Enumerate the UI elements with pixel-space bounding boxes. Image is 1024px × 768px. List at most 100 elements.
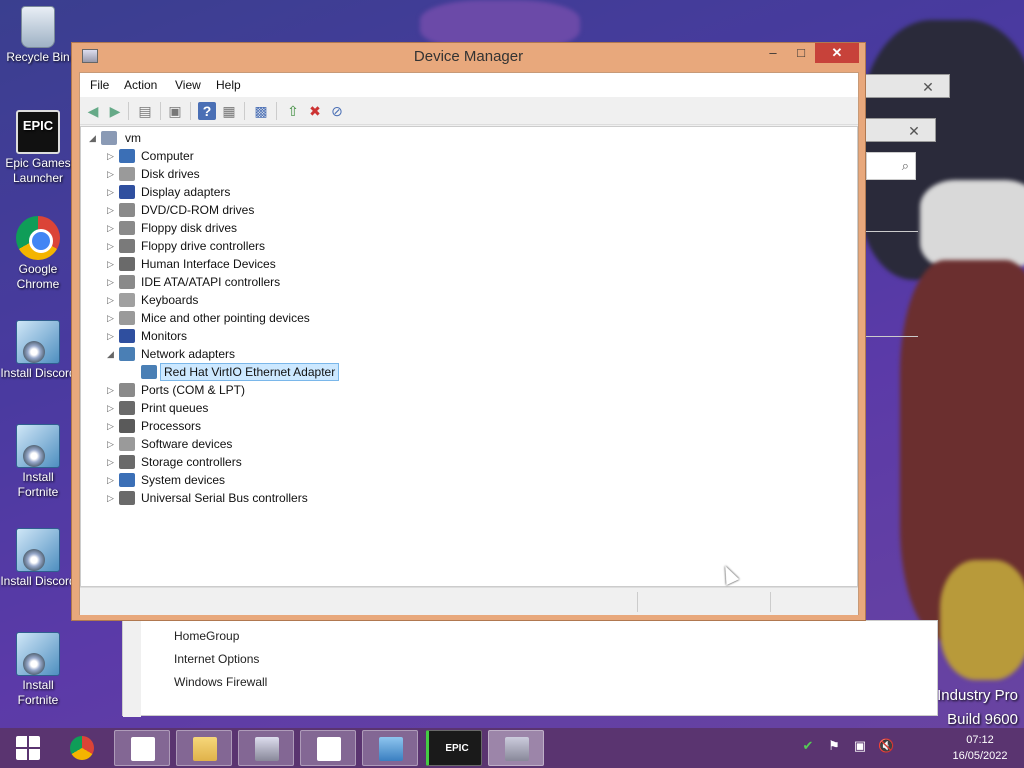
back-icon[interactable]: ◀: [84, 102, 102, 120]
desktop-icon-install-fortnite[interactable]: Install Fortnite: [0, 424, 76, 500]
window-titlebar[interactable]: Device Manager: [72, 43, 865, 71]
tree-root-label: vm: [125, 131, 141, 145]
tree-category-label: Floppy drive controllers: [141, 239, 266, 253]
expand-arrow-icon[interactable]: ▷: [107, 147, 117, 165]
menu-action[interactable]: Action: [124, 78, 157, 92]
action-pane-icon[interactable]: ▦: [220, 102, 238, 120]
desktop-icon-install-discord[interactable]: Install Discord: [0, 320, 76, 381]
status-bar: [80, 587, 858, 615]
clock[interactable]: 07:12 16/05/2022: [940, 732, 1020, 764]
printer-icon: [119, 401, 135, 415]
tree-category-label: Universal Serial Bus controllers: [141, 491, 308, 505]
taskbar-document[interactable]: [114, 730, 170, 766]
show-hide-console-tree-icon[interactable]: ▤: [136, 102, 154, 120]
homegroup-link[interactable]: HomeGroup: [174, 629, 239, 643]
taskbar-epic-games[interactable]: EPIC: [426, 730, 482, 766]
close-icon[interactable]: ✕: [905, 77, 951, 97]
expand-arrow-icon[interactable]: ▷: [107, 435, 117, 453]
taskbar-device-manager[interactable]: [488, 730, 544, 766]
watermark-edition: Industry Pro: [937, 687, 1018, 704]
window-title: Device Manager: [413, 48, 524, 65]
device-manager-icon: [82, 49, 98, 63]
desktop-icon-label: Google Chrome: [16, 262, 60, 291]
tree-category-label: Mice and other pointing devices: [141, 311, 310, 325]
toolbar-separator: [276, 102, 277, 120]
expand-arrow-icon[interactable]: ▷: [107, 417, 117, 435]
network-icon[interactable]: ▣: [852, 738, 868, 754]
desktop-icon-install-fortnite[interactable]: Install Fortnite: [0, 632, 76, 708]
tree-category-label: Floppy disk drives: [141, 221, 238, 235]
floppy-icon: [119, 221, 135, 235]
window-client-area: File Action View Help ◀ ▶ ▤ ▣ ? ▦ ▩ ⇧ ✖ …: [79, 72, 859, 615]
menu-file[interactable]: File: [90, 78, 109, 92]
desktop-icon-install-discord[interactable]: Install Discord: [0, 528, 76, 589]
port-icon: [119, 383, 135, 397]
control-panel-sidebar: [123, 621, 141, 717]
tree-category-label: Display adapters: [141, 185, 231, 199]
expand-arrow-icon[interactable]: ▷: [107, 165, 117, 183]
expand-arrow-icon[interactable]: ▷: [107, 471, 117, 489]
tree-category-label: Computer: [141, 149, 194, 163]
desktop-icon-chrome[interactable]: Google Chrome: [0, 216, 76, 292]
expand-arrow-icon[interactable]: ▷: [107, 237, 117, 255]
background-window-titlebar[interactable]: ✕: [864, 118, 936, 142]
software-device-icon: [119, 437, 135, 451]
maximize-button[interactable]: □: [788, 43, 814, 63]
windows-firewall-link[interactable]: Windows Firewall: [174, 675, 267, 689]
windows-logo-icon: [16, 736, 40, 760]
taskbar-document[interactable]: [300, 730, 356, 766]
background-window-titlebar[interactable]: ✕: [860, 74, 950, 98]
expand-arrow-icon[interactable]: ▷: [107, 453, 117, 471]
expand-arrow-icon[interactable]: ▷: [107, 309, 117, 327]
update-driver-icon[interactable]: ⇧: [284, 102, 302, 120]
expand-arrow-icon[interactable]: ▷: [107, 291, 117, 309]
desktop-icon-label: Install Fortnite: [17, 678, 59, 707]
device-manager-icon: [505, 737, 529, 761]
menu-bar: File Action View Help: [80, 73, 858, 97]
close-icon[interactable]: ✕: [891, 121, 937, 141]
scan-hardware-icon[interactable]: ▩: [252, 102, 270, 120]
disk-icon: [119, 167, 135, 181]
tree-category-label: Keyboards: [141, 293, 199, 307]
internet-options-link[interactable]: Internet Options: [174, 652, 259, 666]
close-button[interactable]: ✕: [815, 43, 859, 63]
minimize-button[interactable]: –: [760, 43, 786, 63]
expand-arrow-icon[interactable]: ▷: [107, 183, 117, 201]
disable-icon[interactable]: ⊘: [328, 102, 346, 120]
desktop-icon-label: Install Discord: [0, 574, 76, 588]
installer-icon: [16, 320, 60, 364]
tree-category-label: IDE ATA/ATAPI controllers: [141, 275, 281, 289]
menu-help[interactable]: Help: [216, 78, 241, 92]
collapse-arrow-icon[interactable]: ◢: [107, 345, 117, 363]
uninstall-icon[interactable]: ✖: [306, 102, 324, 120]
expand-arrow-icon[interactable]: ▷: [107, 201, 117, 219]
taskbar-chrome[interactable]: [54, 730, 110, 766]
expand-arrow-icon[interactable]: ▷: [107, 489, 117, 507]
flag-icon[interactable]: ⚑: [826, 738, 842, 754]
installer-icon: [16, 424, 60, 468]
properties-icon[interactable]: ▣: [166, 102, 184, 120]
taskbar-control-panel[interactable]: [362, 730, 418, 766]
status-separator: [637, 592, 638, 612]
collapse-arrow-icon[interactable]: ◢: [89, 129, 99, 147]
wallpaper-art: [940, 560, 1024, 680]
taskbar-file-explorer[interactable]: [176, 730, 232, 766]
start-button[interactable]: [0, 730, 56, 766]
menu-view[interactable]: View: [175, 78, 201, 92]
help-icon[interactable]: ?: [198, 102, 216, 120]
search-box[interactable]: ⌕: [866, 152, 916, 180]
desktop-icon-epic-games[interactable]: EPIC Epic Games Launcher: [0, 110, 76, 186]
desktop-icon-recycle-bin[interactable]: Recycle Bin: [0, 6, 76, 65]
expand-arrow-icon[interactable]: ▷: [107, 381, 117, 399]
forward-icon[interactable]: ▶: [106, 102, 124, 120]
usb-icon: [119, 491, 135, 505]
action-center-icon[interactable]: ✔: [800, 738, 816, 754]
expand-arrow-icon[interactable]: ▷: [107, 255, 117, 273]
expand-arrow-icon[interactable]: ▷: [107, 273, 117, 291]
speaker-muted-icon[interactable]: 🔇: [878, 738, 894, 754]
taskbar-installer[interactable]: [238, 730, 294, 766]
expand-arrow-icon[interactable]: ▷: [107, 327, 117, 345]
expand-arrow-icon[interactable]: ▷: [107, 219, 117, 237]
expand-arrow-icon[interactable]: ▷: [107, 399, 117, 417]
epic-games-icon: EPIC: [16, 110, 60, 154]
